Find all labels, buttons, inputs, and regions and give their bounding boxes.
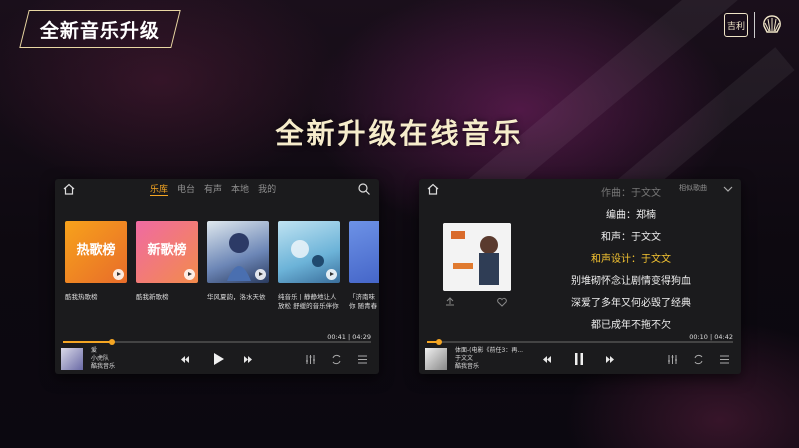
shell-logo: [763, 15, 781, 33]
geely-logo: 吉利: [724, 13, 748, 37]
prev-icon[interactable]: [179, 354, 190, 365]
progress-bar[interactable]: [427, 339, 733, 345]
tab-local[interactable]: 本地: [231, 182, 249, 196]
elapsed-time: 00:10: [689, 333, 708, 341]
playlist-cards: 热歌榜 酷我热歌榜 新歌榜 酷我新歌榜 华风夏韵，洛水天依 纯音乐丨静静地让人放…: [65, 221, 379, 311]
slide: 全新音乐升级 吉利 全新升级在线音乐 乐库 电台 有声 本地 我的 热歌榜 酷我…: [0, 0, 799, 448]
library-tabs: 乐库 电台 有声 本地 我的: [150, 182, 276, 196]
song-artist: 于文文: [455, 355, 474, 362]
lyric-line-current: 和声设计：于文文: [591, 254, 671, 265]
playlist-cover: [349, 221, 379, 283]
progress-fill: [63, 341, 113, 343]
share-icon[interactable]: [445, 297, 455, 307]
playlist-caption: 华风夏韵，洛水天依: [207, 293, 266, 301]
repeat-icon[interactable]: [331, 354, 342, 365]
lyric-line: 别堆砌怀念让剧情变得狗血: [571, 276, 691, 287]
album-cover: [443, 223, 511, 291]
playlist-card[interactable]: 热歌榜 酷我热歌榜: [65, 221, 127, 311]
playlist-caption: 酷我热歌榜: [65, 293, 98, 301]
mini-player: 体面-(电影《前任3：再... 于文文 酷我音乐: [419, 346, 741, 374]
playlist-card[interactable]: 纯音乐丨静静地让人放松 舒缓的音乐伴你入眠: [278, 221, 340, 311]
slide-title: 全新升级在线音乐: [275, 117, 524, 150]
next-icon[interactable]: [243, 354, 254, 365]
mini-player: 爱 小虎队 酷我音乐: [55, 346, 379, 374]
cover-title: 热歌榜: [76, 243, 116, 258]
top-bar: 乐库 电台 有声 本地 我的: [55, 179, 379, 199]
tab-radio[interactable]: 电台: [177, 182, 195, 196]
play-icon[interactable]: [326, 269, 337, 280]
equalizer-icon[interactable]: [305, 354, 316, 365]
tab-audiobook[interactable]: 有声: [204, 182, 222, 196]
playlist-cover: 新歌榜: [136, 221, 198, 283]
time-display: 00:41 | 04:29: [327, 333, 371, 341]
playlist-cover: [278, 221, 340, 283]
lyric-line: 作曲：于文文: [601, 188, 661, 199]
music-library-screen: 乐库 电台 有声 本地 我的 热歌榜 酷我热歌榜 新歌榜 酷我新歌榜 华风夏韵，…: [55, 179, 379, 374]
repeat-icon[interactable]: [693, 354, 704, 365]
progress-bar[interactable]: [63, 339, 371, 345]
elapsed-time: 00:41: [327, 333, 346, 341]
logo-divider: [754, 12, 755, 38]
prev-icon[interactable]: [541, 354, 552, 365]
home-icon[interactable]: [62, 182, 76, 196]
badge-label: 全新音乐升级: [39, 19, 160, 42]
song-artist: 小虎队: [91, 355, 110, 362]
playlist-card[interactable]: 新歌榜 酷我新歌榜: [136, 221, 198, 311]
play-icon[interactable]: [113, 269, 124, 280]
cover-title: 新歌榜: [147, 243, 187, 258]
progress-handle[interactable]: [436, 339, 443, 345]
home-icon[interactable]: [426, 182, 440, 196]
tab-mine[interactable]: 我的: [258, 182, 276, 196]
song-info: 体面-(电影《前任3：再... 于文文 酷我音乐: [455, 347, 523, 371]
lyric-line: 和声：于文文: [601, 232, 661, 243]
brand-logos: 吉利: [724, 12, 783, 38]
song-title: 体面-(电影《前任3：再...: [455, 347, 524, 354]
lyric-line: 深爱了多年又何必毁了经典: [571, 298, 691, 309]
album-art-image: [443, 223, 511, 291]
geely-logo-text: 吉利: [726, 21, 745, 32]
song-source: 酷我音乐: [455, 363, 480, 370]
play-icon[interactable]: [211, 352, 225, 366]
next-icon[interactable]: [605, 354, 616, 365]
play-icon[interactable]: [184, 269, 195, 280]
playlist-cover: 热歌榜: [65, 221, 127, 283]
heart-icon[interactable]: [497, 297, 507, 307]
album-thumbnail[interactable]: [425, 348, 447, 370]
album-thumbnail[interactable]: [61, 348, 83, 370]
song-source: 酷我音乐: [91, 363, 116, 370]
song-info: 爱 小虎队 酷我音乐: [91, 347, 115, 371]
pause-icon[interactable]: [572, 352, 586, 366]
lyric-line: 编曲：郑楠: [606, 210, 656, 221]
section-badge: 全新音乐升级: [19, 10, 181, 48]
song-title: 爱: [91, 347, 98, 354]
tab-library[interactable]: 乐库: [150, 182, 169, 196]
progress-handle[interactable]: [109, 339, 116, 345]
playlist-card[interactable]: 「济南味你 随青春聊: [349, 221, 379, 311]
playlist-cover: [207, 221, 269, 283]
play-icon[interactable]: [255, 269, 266, 280]
background-stripe: [467, 0, 743, 208]
playlist-card[interactable]: 华风夏韵，洛水天依: [207, 221, 269, 311]
equalizer-icon[interactable]: [667, 354, 678, 365]
search-icon[interactable]: [357, 182, 371, 196]
lyrics-screen: 相似歌曲 作曲：于文文 编曲：郑楠 和声：于文文 和声设计：于文文 别堆砌怀念让…: [419, 179, 741, 374]
time-display: 00:10 | 04:42: [689, 333, 733, 341]
playlist-caption: 「济南味你 随青春聊: [349, 293, 378, 310]
playlist-caption: 纯音乐丨静静地让人放松 舒缓的音乐伴你入眠: [278, 293, 339, 310]
lyrics-list: 作曲：于文文 编曲：郑楠 和声：于文文 和声设计：于文文 别堆砌怀念让剧情变得狗…: [531, 183, 731, 337]
playlist-icon[interactable]: [357, 354, 368, 365]
total-time: 04:42: [714, 333, 733, 341]
playlist-caption: 酷我新歌榜: [136, 293, 169, 301]
total-time: 04:29: [352, 333, 371, 341]
playlist-icon[interactable]: [719, 354, 730, 365]
